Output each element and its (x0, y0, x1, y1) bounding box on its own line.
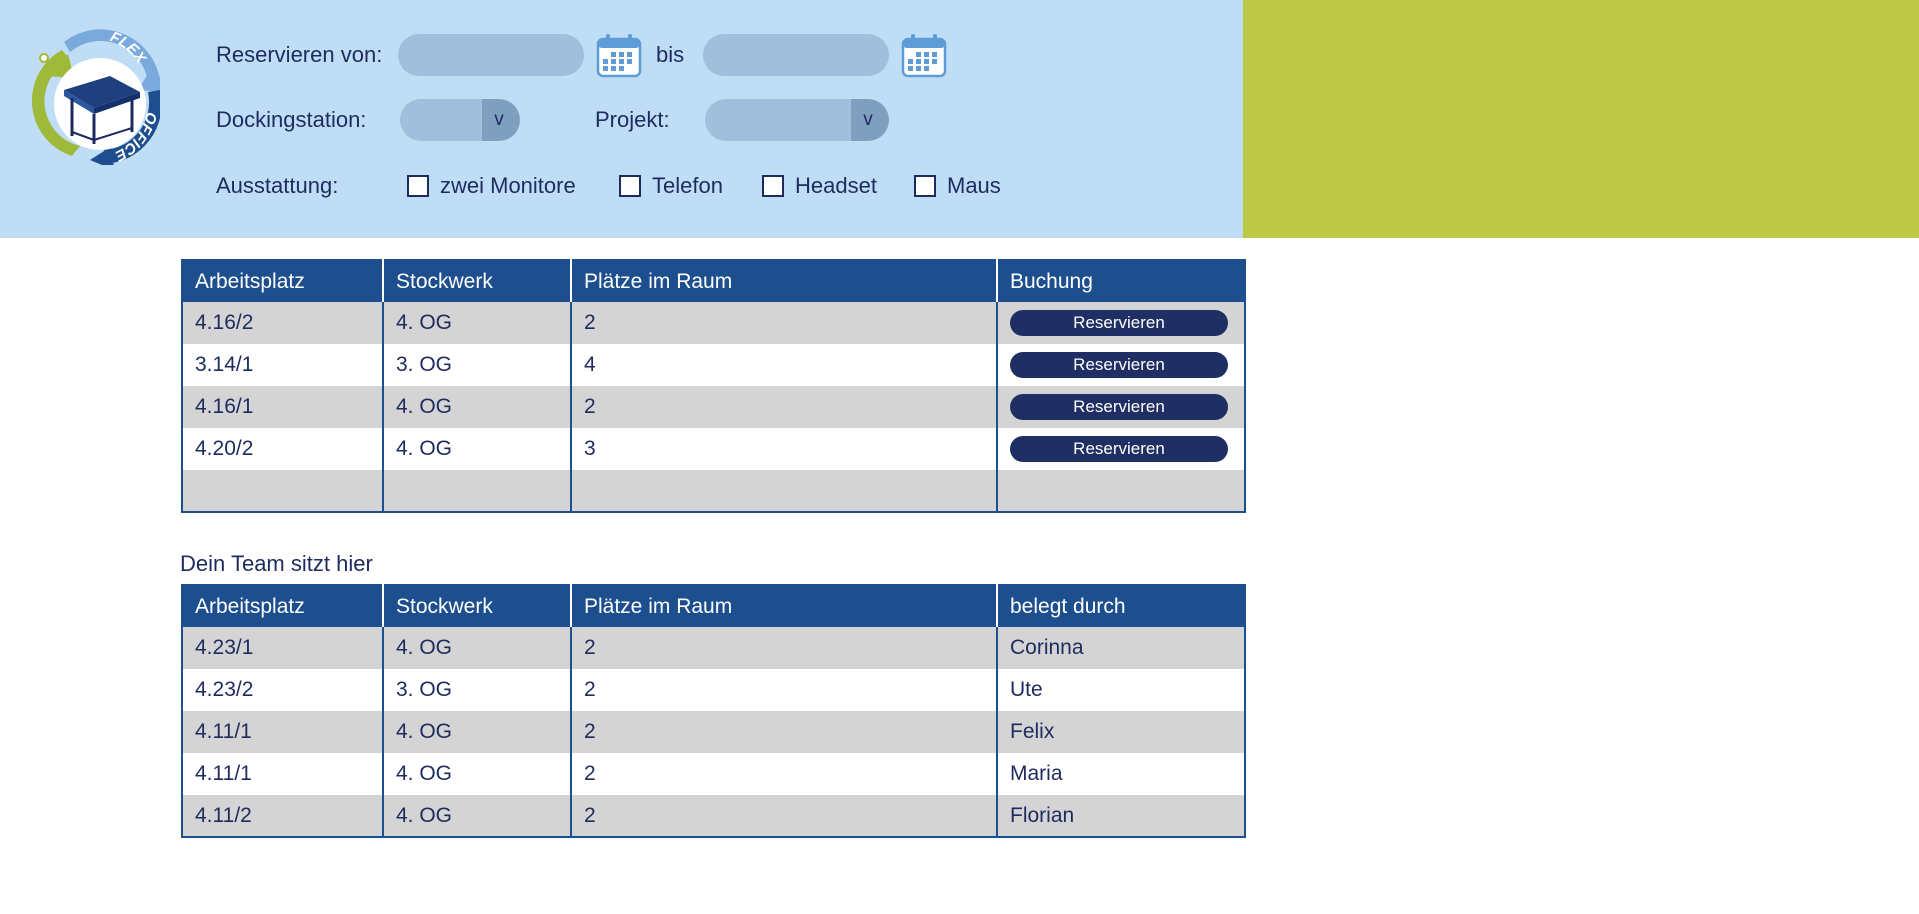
cell-workplace: 4.11/2 (181, 795, 384, 838)
filter-header: FLEX OFFICE Reservieren von: bis Docking… (0, 0, 1243, 238)
cell-workplace: 4.23/1 (181, 627, 384, 669)
equipment-label: Ausstattung: (216, 173, 339, 198)
checkbox-mouse[interactable]: Maus (914, 173, 1001, 199)
checkbox-box[interactable] (914, 175, 936, 197)
project-select[interactable]: v (705, 99, 889, 141)
column-header-floor: Stockwerk (382, 585, 572, 627)
cell-occupied-by: Felix (996, 711, 1246, 753)
cell-seats: 4 (570, 344, 998, 386)
cell-floor (382, 470, 572, 513)
cell-floor: 4. OG (382, 711, 572, 753)
column-header-seats: Plätze im Raum (570, 260, 998, 302)
cell-occupied-by: Ute (996, 669, 1246, 711)
reserve-button[interactable]: Reservieren (1010, 394, 1228, 420)
table-header-row: Arbeitsplatz Stockwerk Plätze im Raum Bu… (181, 260, 1246, 302)
checkbox-box[interactable] (407, 175, 429, 197)
cell-workplace (181, 470, 384, 513)
column-header-workplace: Arbeitsplatz (181, 585, 384, 627)
calendar-icon[interactable] (595, 31, 643, 79)
cell-seats (570, 470, 998, 513)
until-label: bis (656, 42, 685, 67)
table-row: 4.23/1 4. OG 2 Corinna (181, 627, 1246, 669)
checkbox-box[interactable] (762, 175, 784, 197)
cell-seats: 2 (570, 795, 998, 838)
reserve-button[interactable]: Reservieren (1010, 436, 1228, 462)
checkbox-box[interactable] (619, 175, 641, 197)
docking-station-select[interactable]: v (400, 99, 520, 141)
cell-floor: 4. OG (382, 753, 572, 795)
cell-occupied-by: Florian (996, 795, 1246, 838)
cell-seats: 2 (570, 669, 998, 711)
checkbox-label: Headset (795, 173, 877, 198)
calendar-icon[interactable] (900, 31, 948, 79)
cell-workplace: 4.20/2 (181, 428, 384, 470)
table-row: 4.11/1 4. OG 2 Maria (181, 753, 1246, 795)
table-row: 4.11/1 4. OG 2 Felix (181, 711, 1246, 753)
cell-floor: 4. OG (382, 386, 572, 428)
column-header-occupied-by: belegt durch (996, 585, 1246, 627)
date-to-input[interactable] (703, 34, 889, 76)
results-table: Arbeitsplatz Stockwerk Plätze im Raum Bu… (181, 259, 1246, 513)
cell-booking: Reservieren (996, 302, 1246, 344)
table-row: 4.16/1 4. OG 2 Reservieren (181, 386, 1246, 428)
table-row: 4.20/2 4. OG 3 Reservieren (181, 428, 1246, 470)
cell-floor: 4. OG (382, 302, 572, 344)
column-header-floor: Stockwerk (382, 260, 572, 302)
cell-occupied-by: Maria (996, 753, 1246, 795)
cell-seats: 2 (570, 711, 998, 753)
column-header-workplace: Arbeitsplatz (181, 260, 384, 302)
cell-workplace: 4.16/2 (181, 302, 384, 344)
checkbox-label: Maus (947, 173, 1001, 198)
table-row-empty (181, 470, 1246, 513)
cell-seats: 3 (570, 428, 998, 470)
cell-booking (996, 470, 1246, 513)
table-row: 4.23/2 3. OG 2 Ute (181, 669, 1246, 711)
cell-seats: 2 (570, 386, 998, 428)
reserve-from-label: Reservieren von: (216, 42, 383, 67)
cell-floor: 4. OG (382, 627, 572, 669)
team-table: Arbeitsplatz Stockwerk Plätze im Raum be… (181, 584, 1246, 838)
cell-workplace: 4.11/1 (181, 711, 384, 753)
cell-workplace: 4.23/2 (181, 669, 384, 711)
cell-workplace: 4.16/1 (181, 386, 384, 428)
cell-seats: 2 (570, 753, 998, 795)
chevron-down-icon: v (482, 99, 520, 141)
cell-floor: 4. OG (382, 428, 572, 470)
table-row: 4.11/2 4. OG 2 Florian (181, 795, 1246, 838)
cell-occupied-by: Corinna (996, 627, 1246, 669)
cell-seats: 2 (570, 302, 998, 344)
reserve-button[interactable]: Reservieren (1010, 352, 1228, 378)
table-row: 3.14/1 3. OG 4 Reservieren (181, 344, 1246, 386)
table-row: 4.16/2 4. OG 2 Reservieren (181, 302, 1246, 344)
cell-booking: Reservieren (996, 344, 1246, 386)
table-header-row: Arbeitsplatz Stockwerk Plätze im Raum be… (181, 585, 1246, 627)
project-label: Projekt: (595, 107, 670, 132)
docking-station-label: Dockingstation: (216, 107, 367, 132)
checkbox-two-monitors[interactable]: zwei Monitore (407, 173, 576, 199)
checkbox-headset[interactable]: Headset (762, 173, 877, 199)
cell-workplace: 4.11/1 (181, 753, 384, 795)
reserve-button[interactable]: Reservieren (1010, 310, 1228, 336)
cell-seats: 2 (570, 627, 998, 669)
cell-floor: 3. OG (382, 669, 572, 711)
accent-panel (1243, 0, 1919, 238)
checkbox-label: zwei Monitore (440, 173, 576, 198)
column-header-booking: Buchung (996, 260, 1246, 302)
cell-floor: 3. OG (382, 344, 572, 386)
column-header-seats: Plätze im Raum (570, 585, 998, 627)
cell-booking: Reservieren (996, 386, 1246, 428)
cell-workplace: 3.14/1 (181, 344, 384, 386)
cell-floor: 4. OG (382, 795, 572, 838)
checkbox-label: Telefon (652, 173, 723, 198)
chevron-down-icon: v (851, 99, 889, 141)
flex-office-logo-icon: FLEX OFFICE (31, 28, 160, 165)
team-section-title: Dein Team sitzt hier (180, 551, 373, 576)
cell-booking: Reservieren (996, 428, 1246, 470)
date-from-input[interactable] (398, 34, 584, 76)
checkbox-phone[interactable]: Telefon (619, 173, 723, 199)
